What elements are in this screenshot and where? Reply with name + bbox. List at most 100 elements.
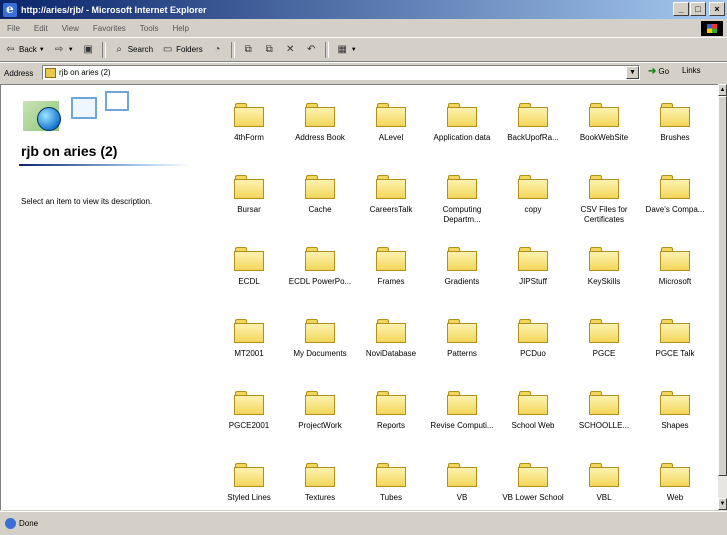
undo-button[interactable]: ↶ <box>301 43 322 56</box>
folder-item[interactable]: ECDL <box>213 247 285 287</box>
up-folder-icon: ▣ <box>83 44 93 55</box>
folder-item[interactable]: SCHOOLLE... <box>568 391 640 431</box>
close-button[interactable]: × <box>709 2 725 16</box>
folder-item[interactable]: PGCE2001 <box>213 391 285 431</box>
menu-favorites[interactable]: Favorites <box>86 24 133 33</box>
folder-item[interactable]: ALevel <box>355 103 427 143</box>
move-to-button[interactable]: ⧉ <box>238 43 259 56</box>
folder-label: PGCE2001 <box>228 421 270 430</box>
menu-edit[interactable]: Edit <box>27 24 55 33</box>
folder-icon <box>589 391 619 415</box>
folder-item[interactable]: Tubes <box>355 463 427 503</box>
folder-item[interactable]: VB Lower School <box>497 463 569 503</box>
folder-icon <box>589 103 619 127</box>
folder-icon <box>305 247 335 271</box>
folder-item[interactable]: Patterns <box>426 319 498 359</box>
folder-icon <box>589 319 619 343</box>
folder-item[interactable]: BookWebSite <box>568 103 640 143</box>
folder-item[interactable]: Bursar <box>213 175 285 215</box>
folder-item[interactable]: JIPStuff <box>497 247 569 287</box>
folder-item[interactable]: NoviDatabase <box>355 319 427 359</box>
address-dropdown-icon[interactable]: ▼ <box>626 66 639 79</box>
menu-tools[interactable]: Tools <box>133 24 166 33</box>
menu-file[interactable]: File <box>0 24 27 33</box>
undo-icon: ↶ <box>307 44 316 55</box>
views-button[interactable]: ▦ ▼ <box>332 43 361 56</box>
web-view-pane: rjb on aries (2) Select an item to view … <box>1 85 195 510</box>
forward-button[interactable]: ⇨ ▼ <box>49 43 78 56</box>
folder-item[interactable]: CareersTalk <box>355 175 427 215</box>
folder-icon <box>518 319 548 343</box>
folder-item[interactable]: CSV Files for Certificates <box>568 175 640 225</box>
scroll-down-button[interactable]: ▼ <box>718 498 727 510</box>
folder-icon <box>660 175 690 199</box>
folder-item[interactable]: Dave's Compa... <box>639 175 711 215</box>
go-button[interactable]: ➜ Go <box>648 66 669 77</box>
folder-item[interactable]: Address Book <box>284 103 356 143</box>
folders-button[interactable]: ▭ Folders <box>157 43 207 56</box>
views-dropdown-icon[interactable]: ▼ <box>351 47 357 53</box>
up-folder-button[interactable]: ▣ <box>78 43 99 56</box>
folder-item[interactable]: ProjectWork <box>284 391 356 431</box>
menu-view[interactable]: View <box>55 24 86 33</box>
folder-item[interactable]: Reports <box>355 391 427 431</box>
globe-icon <box>37 107 61 131</box>
folder-item[interactable]: PGCE <box>568 319 640 359</box>
history-icon: ◔ <box>214 44 221 55</box>
folder-item[interactable]: Styled Lines <box>213 463 285 503</box>
views-icon: ▦ <box>337 44 347 55</box>
scroll-thumb[interactable] <box>718 96 727 476</box>
folder-item[interactable]: KeySkills <box>568 247 640 287</box>
web-view-graphic <box>15 87 135 139</box>
minimize-button[interactable]: _ <box>673 2 689 16</box>
folder-item[interactable]: Gradients <box>426 247 498 287</box>
folder-item[interactable]: BackUpofRa... <box>497 103 569 143</box>
folder-label: ECDL PowerPo... <box>288 277 352 286</box>
folder-icon <box>376 103 406 127</box>
folder-item[interactable]: School Web <box>497 391 569 431</box>
folder-icon <box>234 319 264 343</box>
folder-item[interactable]: VBL <box>568 463 640 503</box>
folder-label: VB <box>456 493 468 502</box>
delete-button[interactable]: ✕ <box>280 43 301 56</box>
folder-icon <box>589 247 619 271</box>
address-label: Address <box>4 68 34 78</box>
folder-item[interactable]: Brushes <box>639 103 711 143</box>
folder-item[interactable]: Cache <box>284 175 356 215</box>
menu-help[interactable]: Help <box>165 24 195 33</box>
folder-item[interactable]: PCDuo <box>497 319 569 359</box>
folder-item[interactable]: MT2001 <box>213 319 285 359</box>
address-input[interactable]: rjb on aries (2) ▼ <box>42 65 640 80</box>
folder-item[interactable]: copy <box>497 175 569 215</box>
browser-window: http://aries/rjb/ - Microsoft Internet E… <box>0 0 727 534</box>
forward-dropdown-icon[interactable]: ▼ <box>68 47 74 53</box>
back-dropdown-icon[interactable]: ▼ <box>39 47 45 53</box>
folder-item[interactable]: Shapes <box>639 391 711 431</box>
maximize-button[interactable]: □ <box>690 2 706 16</box>
vertical-scrollbar[interactable]: ▲ ▼ <box>718 84 727 510</box>
folder-item[interactable]: My Documents <box>284 319 356 359</box>
folder-label: Bursar <box>237 205 261 214</box>
folder-item[interactable]: Frames <box>355 247 427 287</box>
folder-label: Brushes <box>660 133 690 142</box>
folder-item[interactable]: 4thForm <box>213 103 285 143</box>
folder-item[interactable]: PGCE Talk <box>639 319 711 359</box>
links-button[interactable]: Links <box>682 66 701 75</box>
search-button[interactable]: ⌕ Search <box>109 43 157 56</box>
folder-item[interactable]: Textures <box>284 463 356 503</box>
folder-item[interactable]: Computing Departm... <box>426 175 498 225</box>
folder-item[interactable]: ECDL PowerPo... <box>284 247 356 287</box>
folder-item[interactable]: Web <box>639 463 711 503</box>
copy-to-button[interactable]: ⧉ <box>259 43 280 56</box>
title-bar[interactable]: http://aries/rjb/ - Microsoft Internet E… <box>0 0 727 19</box>
folder-item[interactable]: Application data <box>426 103 498 143</box>
history-button[interactable]: ◔ <box>207 43 228 56</box>
folder-item[interactable]: VB <box>426 463 498 503</box>
folder-label: Microsoft <box>658 277 692 286</box>
back-button[interactable]: ⇦ Back ▼ <box>0 43 49 56</box>
scroll-up-button[interactable]: ▲ <box>718 84 727 96</box>
status-text: Done <box>19 519 39 528</box>
folder-label: Computing Departm... <box>442 205 482 224</box>
folder-item[interactable]: Revise Computi... <box>426 391 498 431</box>
folder-item[interactable]: Microsoft <box>639 247 711 287</box>
